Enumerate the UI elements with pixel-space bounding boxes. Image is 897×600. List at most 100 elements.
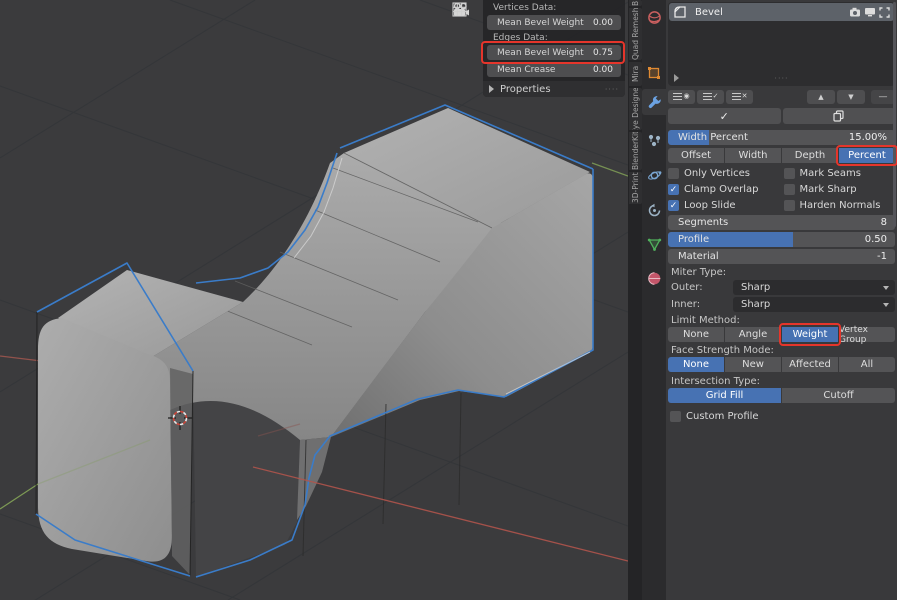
wrench-icon — [647, 95, 662, 110]
particle-properties-tab[interactable] — [642, 127, 666, 153]
move-modifier-up-button[interactable]: ▲ — [807, 90, 835, 104]
modifier-stack-list[interactable]: Bevel ···· — [668, 2, 895, 86]
inner-miter-dropdown[interactable]: Sharp — [733, 297, 895, 312]
checkbox-icon — [784, 200, 795, 211]
remove-modifier-button[interactable]: — — [871, 90, 895, 104]
inner-miter-label: Inner: — [668, 299, 733, 310]
limit-method-segment: None Angle Weight Vertex Group — [668, 327, 895, 342]
intersection-cutoff-button[interactable]: Cutoff — [782, 388, 895, 403]
collapse-arrow-icon — [489, 85, 494, 93]
checkbox-icon — [784, 184, 795, 195]
constraint-properties-tab[interactable] — [642, 197, 666, 223]
constraints-icon — [647, 203, 662, 218]
width-type-width-button[interactable]: Width — [725, 148, 781, 163]
edges-data-heading: Edges Data: — [487, 32, 621, 44]
checkbox-checked-icon: ✓ — [668, 184, 679, 195]
width-type-depth-button[interactable]: Depth — [782, 148, 838, 163]
width-percent-slider[interactable]: Width Percent 15.00% — [668, 130, 895, 145]
edge-mean-bevel-weight-field[interactable]: Mean Bevel Weight 0.75 — [487, 45, 621, 60]
intersection-type-heading: Intersection Type: — [668, 376, 895, 387]
toggle-visibility-all-button[interactable]: ◉ — [668, 90, 695, 104]
check-icon: ✓ — [713, 93, 719, 100]
checkbox-icon — [784, 168, 795, 179]
outer-miter-dropdown[interactable]: Sharp — [733, 280, 895, 295]
material-properties-tab[interactable] — [642, 265, 666, 291]
viewport-sidebar-tabstrip: B Quad Remesh Mira Eye Designer BlenderK… — [628, 0, 642, 600]
mark-sharp-checkbox[interactable]: Mark Sharp — [784, 182, 896, 197]
panel-scrollbar[interactable] — [893, 2, 896, 227]
intersection-grid-fill-button[interactable]: Grid Fill — [668, 388, 781, 403]
world-properties-tab[interactable] — [642, 4, 666, 30]
properties-tab-strip — [642, 0, 666, 600]
move-modifier-down-button[interactable]: ▼ — [837, 90, 865, 104]
limit-angle-button[interactable]: Angle — [725, 327, 781, 342]
face-strength-none-button[interactable]: None — [668, 357, 724, 372]
viewport-visibility-icon[interactable] — [864, 7, 876, 17]
segments-slider[interactable]: Segments 8 — [668, 215, 895, 230]
harden-normals-checkbox[interactable]: Harden Normals — [784, 198, 896, 213]
physics-icon — [647, 168, 662, 183]
width-type-offset-button[interactable]: Offset — [668, 148, 724, 163]
panel-grip[interactable]: ···· — [605, 85, 619, 94]
item-data-panel: Vertices Data: Mean Bevel Weight 0.00 Ed… — [483, 0, 625, 97]
list-lines-icon — [703, 96, 712, 98]
particles-icon — [647, 133, 662, 148]
mesh-object[interactable] — [36, 105, 593, 577]
material-icon — [647, 271, 662, 286]
intersection-type-segment: Grid Fill Cutoff — [668, 388, 895, 403]
mean-crease-field[interactable]: Mean Crease 0.00 — [487, 62, 621, 77]
limit-weight-button[interactable]: Weight — [782, 327, 838, 342]
sidebar-tab-partial[interactable]: B — [629, 0, 642, 6]
custom-profile-checkbox[interactable]: Custom Profile — [670, 409, 895, 424]
duplicate-modifier-button[interactable] — [783, 108, 896, 124]
bevel-toggle-grid: Only Vertices Mark Seams ✓ Clamp Overlap… — [668, 166, 895, 213]
face-strength-new-button[interactable]: New — [725, 357, 781, 372]
3d-viewport[interactable]: Vertices Data: Mean Bevel Weight 0.00 Ed… — [0, 0, 628, 600]
width-type-segment: Offset Width Depth Percent — [668, 148, 895, 163]
checkbox-checked-icon: ✓ — [668, 200, 679, 211]
modifier-list-toolbar: ◉ ✓ ✕ ▲ ▼ — — [668, 89, 895, 104]
width-type-percent-button[interactable]: Percent — [839, 148, 895, 163]
modifier-list-item-bevel[interactable]: Bevel — [669, 3, 894, 21]
object-properties-tab[interactable] — [642, 60, 666, 86]
face-strength-affected-button[interactable]: Affected — [782, 357, 838, 372]
limit-none-button[interactable]: None — [668, 327, 724, 342]
x-icon: ✕ — [742, 93, 748, 100]
modifier-properties-tab[interactable] — [642, 89, 666, 115]
only-vertices-checkbox[interactable]: Only Vertices — [668, 166, 780, 181]
sidebar-tab-3d-print[interactable]: 3D-Print — [629, 172, 642, 204]
limit-vertex-group-button[interactable]: Vertex Group — [839, 327, 895, 342]
eye-icon: ◉ — [683, 93, 689, 100]
object-data-properties-tab[interactable] — [642, 231, 666, 257]
render-visibility-icon[interactable] — [849, 7, 861, 17]
grid-icon[interactable] — [452, 24, 476, 46]
enable-all-button[interactable]: ✓ — [697, 90, 724, 104]
list-resize-grip[interactable]: ···· — [668, 74, 895, 83]
face-strength-all-button[interactable]: All — [839, 357, 895, 372]
properties-collapse-header[interactable]: Properties ···· — [483, 81, 625, 97]
disable-all-button[interactable]: ✕ — [726, 90, 753, 104]
mark-seams-checkbox[interactable]: Mark Seams — [784, 166, 896, 181]
edit-mode-display-icon[interactable] — [879, 7, 890, 18]
list-lines-icon — [732, 96, 741, 98]
modifier-properties-panel: Bevel ···· — [666, 0, 897, 600]
outer-miter-label: Outer: — [668, 282, 733, 293]
face-strength-segment: None New Affected All — [668, 357, 895, 372]
sidebar-tab-mira[interactable]: Mira — [629, 62, 642, 86]
copy-icon — [833, 110, 844, 122]
loop-slide-checkbox[interactable]: ✓ Loop Slide — [668, 198, 780, 213]
sidebar-tab-eye-designer[interactable]: Eye Designer — [629, 88, 642, 130]
object-icon — [647, 66, 661, 80]
sidebar-tab-blenderkit[interactable]: BlenderKit — [629, 132, 642, 170]
chevron-down-icon — [883, 286, 889, 290]
profile-slider[interactable]: Profile 0.50 — [668, 232, 895, 247]
vertices-data-heading: Vertices Data: — [487, 2, 621, 14]
material-index-slider[interactable]: Material -1 — [668, 249, 895, 264]
physics-properties-tab[interactable] — [642, 162, 666, 188]
sidebar-tab-quad-remesh[interactable]: Quad Remesh — [629, 8, 642, 60]
vertex-mean-bevel-weight-field[interactable]: Mean Bevel Weight 0.00 — [487, 15, 621, 30]
modifier-name: Bevel — [695, 7, 723, 18]
clamp-overlap-checkbox[interactable]: ✓ Clamp Overlap — [668, 182, 780, 197]
bevel-modifier-icon — [673, 5, 687, 19]
apply-modifier-button[interactable]: ✓ — [668, 108, 781, 124]
